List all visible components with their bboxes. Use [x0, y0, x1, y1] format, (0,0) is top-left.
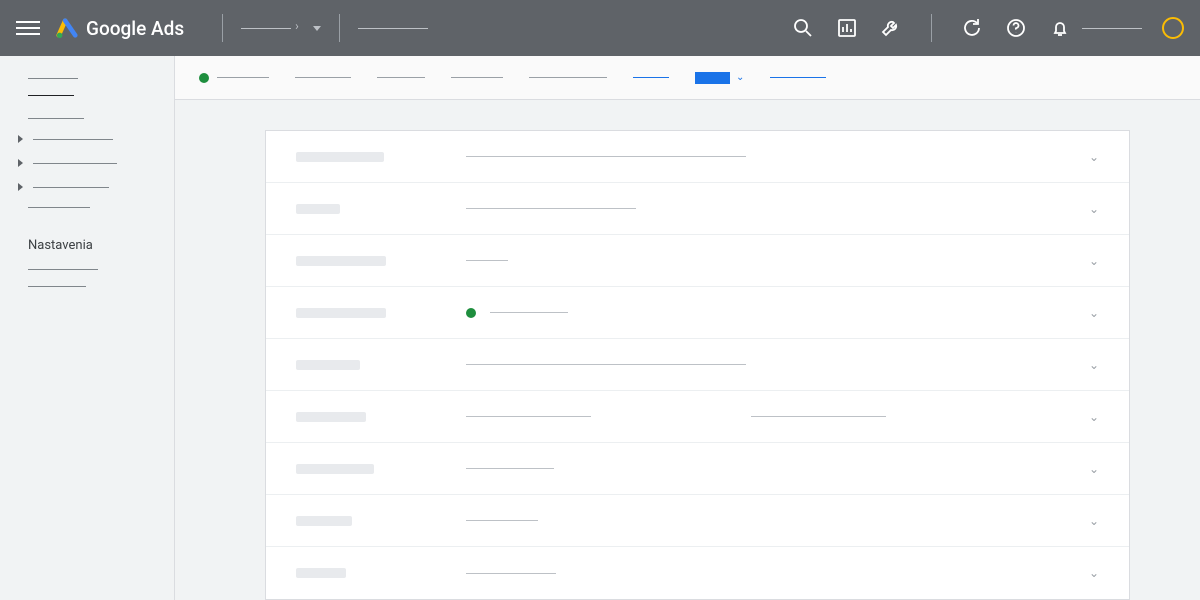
- ads-logo-icon: [56, 17, 78, 39]
- chevron-down-icon: ⌄: [1089, 150, 1099, 164]
- tab[interactable]: [529, 77, 607, 78]
- header-divider: [222, 14, 223, 42]
- reports-icon[interactable]: [835, 16, 859, 40]
- settings-row[interactable]: ⌄: [266, 391, 1129, 443]
- tab[interactable]: [199, 73, 269, 83]
- settings-row[interactable]: ⌄: [266, 339, 1129, 391]
- settings-row[interactable]: ⌄: [266, 495, 1129, 547]
- row-label: [296, 308, 386, 318]
- tab-bar: ⌄: [175, 56, 1200, 100]
- tab[interactable]: [633, 77, 669, 78]
- settings-row[interactable]: ⌄: [266, 183, 1129, 235]
- tab[interactable]: ⌄: [695, 72, 744, 84]
- tab[interactable]: [377, 77, 425, 78]
- tools-icon[interactable]: [879, 16, 903, 40]
- caret-right-icon: [18, 183, 23, 191]
- row-label: [296, 464, 374, 474]
- row-label: [296, 412, 366, 422]
- product-name: Google Ads: [86, 17, 184, 40]
- row-value: [466, 260, 1089, 261]
- menu-icon[interactable]: [16, 17, 40, 39]
- row-label: [296, 516, 352, 526]
- row-label: [296, 360, 360, 370]
- sidebar-item[interactable]: [0, 110, 174, 127]
- settings-row[interactable]: ⌄: [266, 235, 1129, 287]
- campaign-breadcrumb[interactable]: [358, 28, 428, 29]
- sidebar-item[interactable]: [0, 151, 174, 175]
- settings-row[interactable]: ⌄: [266, 443, 1129, 495]
- notifications-icon[interactable]: [1048, 16, 1072, 40]
- tab[interactable]: [451, 77, 503, 78]
- chevron-down-icon: ⌄: [736, 72, 744, 83]
- sidebar-item[interactable]: [0, 175, 174, 199]
- chevron-down-icon: ⌄: [1089, 254, 1099, 268]
- row-label: [296, 568, 346, 578]
- account-selector[interactable]: ›: [241, 19, 321, 37]
- sidebar: Nastavenia: [0, 56, 175, 600]
- settings-row[interactable]: ⌄: [266, 287, 1129, 339]
- row-value: [466, 208, 1089, 209]
- help-icon[interactable]: [1004, 16, 1028, 40]
- sidebar-item-settings[interactable]: Nastavenia: [0, 230, 174, 261]
- sidebar-item[interactable]: [0, 127, 174, 151]
- sidebar-item[interactable]: [0, 87, 174, 104]
- row-label: [296, 204, 340, 214]
- product-logo[interactable]: Google Ads: [56, 17, 184, 40]
- row-value: [466, 468, 1089, 469]
- status-dot-icon: [199, 73, 209, 83]
- app-header: Google Ads ›: [0, 0, 1200, 56]
- chevron-down-icon: ⌄: [1089, 462, 1099, 476]
- sidebar-item[interactable]: [0, 261, 174, 278]
- account-avatar[interactable]: [1162, 17, 1184, 39]
- caret-right-icon: [18, 135, 23, 143]
- search-icon[interactable]: [791, 16, 815, 40]
- header-divider: [931, 14, 932, 42]
- refresh-icon[interactable]: [960, 16, 984, 40]
- sidebar-item[interactable]: [0, 70, 174, 87]
- content-area: ⌄ ⌄ ⌄ ⌄ ⌄ ⌄ ⌄ ⌄ ⌄: [175, 100, 1200, 600]
- settings-row[interactable]: ⌄: [266, 547, 1129, 599]
- chevron-down-icon: ⌄: [1089, 358, 1099, 372]
- header-divider: [339, 14, 340, 42]
- status-dot-icon: [466, 308, 476, 318]
- row-value: [466, 520, 1089, 521]
- settings-panel: ⌄ ⌄ ⌄ ⌄ ⌄ ⌄ ⌄ ⌄ ⌄: [265, 130, 1130, 600]
- account-label: [1082, 28, 1142, 29]
- row-label: [296, 256, 386, 266]
- row-value: [466, 308, 1089, 318]
- row-value: [466, 156, 1089, 157]
- sidebar-item[interactable]: [0, 278, 174, 295]
- tab[interactable]: [770, 77, 826, 78]
- settings-row[interactable]: ⌄: [266, 131, 1129, 183]
- sidebar-item[interactable]: [0, 199, 174, 216]
- row-label: [296, 152, 384, 162]
- caret-right-icon: [18, 159, 23, 167]
- chevron-down-icon: ⌄: [1089, 514, 1099, 528]
- chevron-down-icon: ⌄: [1089, 306, 1099, 320]
- chevron-down-icon: ⌄: [1089, 566, 1099, 580]
- row-value: [466, 416, 1089, 417]
- row-value: [466, 364, 1089, 365]
- row-value: [466, 573, 1089, 574]
- chevron-down-icon: ⌄: [1089, 202, 1099, 216]
- tab[interactable]: [295, 77, 351, 78]
- chevron-down-icon: ⌄: [1089, 410, 1099, 424]
